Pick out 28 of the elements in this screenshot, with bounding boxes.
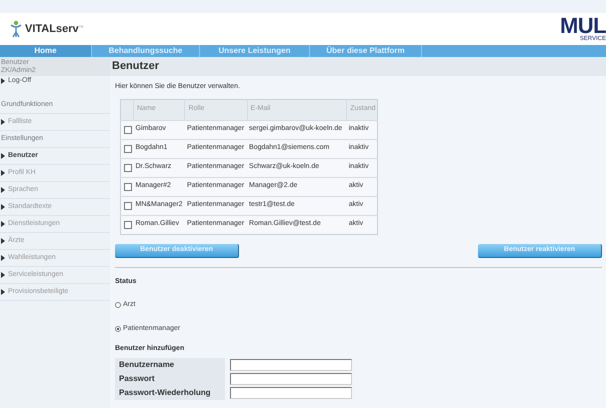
arrow-icon	[1, 170, 5, 176]
arrow-icon	[1, 78, 5, 84]
person-logo-icon	[10, 20, 22, 38]
row-checkbox[interactable]	[124, 126, 132, 134]
field-label: Benutzername	[115, 358, 225, 372]
page-title: Benutzer	[110, 57, 606, 76]
arrow-icon	[1, 221, 5, 227]
nav-tab[interactable]: Home	[0, 45, 92, 57]
input-field[interactable]	[230, 372, 352, 384]
arrow-icon	[1, 272, 5, 278]
input-field[interactable]	[230, 358, 352, 370]
arrow-icon	[1, 187, 5, 193]
row-checkbox[interactable]	[124, 220, 132, 228]
row-checkbox[interactable]	[124, 144, 132, 152]
arrow-icon	[1, 238, 5, 244]
field-label: Passwort	[115, 372, 225, 386]
arrow-icon	[1, 119, 5, 125]
row-checkbox[interactable]	[124, 182, 132, 190]
arrow-icon	[1, 204, 5, 210]
logo-text: VITALserv$^{™}$	[25, 22, 84, 37]
arrow-icon	[1, 255, 5, 261]
row-checkbox[interactable]	[124, 202, 132, 210]
arrow-icon	[1, 153, 5, 159]
arrow-icon	[1, 289, 5, 295]
row-checkbox[interactable]	[124, 164, 132, 172]
partner-logo: MUL	[560, 16, 606, 36]
field-label: Passwort-Wiederholung	[115, 386, 225, 400]
input-field[interactable]	[230, 386, 352, 398]
